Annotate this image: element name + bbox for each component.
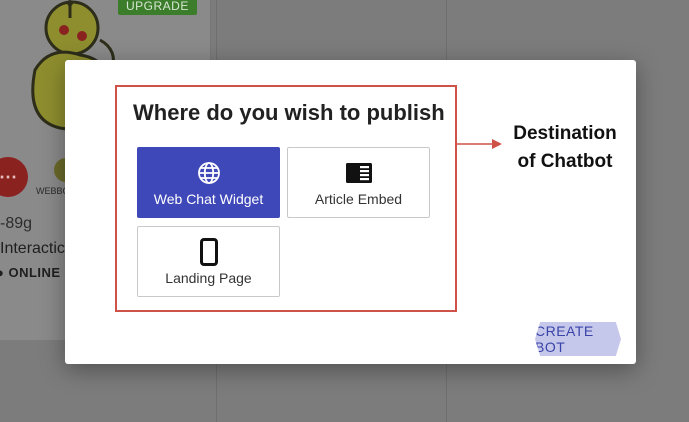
publish-dialog: Where do you wish to publish Web Chat Wi… (65, 60, 636, 364)
upgrade-badge[interactable]: UPGRADE (118, 0, 197, 15)
web-chat-widget-option[interactable]: Web Chat Widget (137, 147, 280, 218)
article-embed-option[interactable]: Article Embed (287, 147, 430, 218)
bot-size-text: -89g (0, 215, 33, 232)
caption-line: Destination (513, 123, 617, 144)
globe-icon (197, 159, 221, 187)
caption-line: of Chatbot (517, 151, 613, 172)
landing-page-option[interactable]: Landing Page (137, 226, 280, 297)
article-icon (345, 159, 373, 187)
status-dot-icon: ● (0, 265, 4, 280)
dialog-title: Where do you wish to publish (133, 100, 445, 125)
status-label: ONLINE (8, 265, 61, 280)
bot-interaction-text: Interactic (0, 240, 65, 257)
bot-status-text: ● ONLINE (0, 265, 61, 280)
option-label: Landing Page (165, 269, 252, 286)
phone-icon (199, 237, 218, 266)
create-bot-button[interactable]: CREATE BOT (535, 322, 621, 356)
option-label: Web Chat Widget (153, 190, 264, 207)
annotation-caption: Destination of Chatbot (496, 120, 634, 176)
option-label: Article Embed (314, 190, 403, 207)
